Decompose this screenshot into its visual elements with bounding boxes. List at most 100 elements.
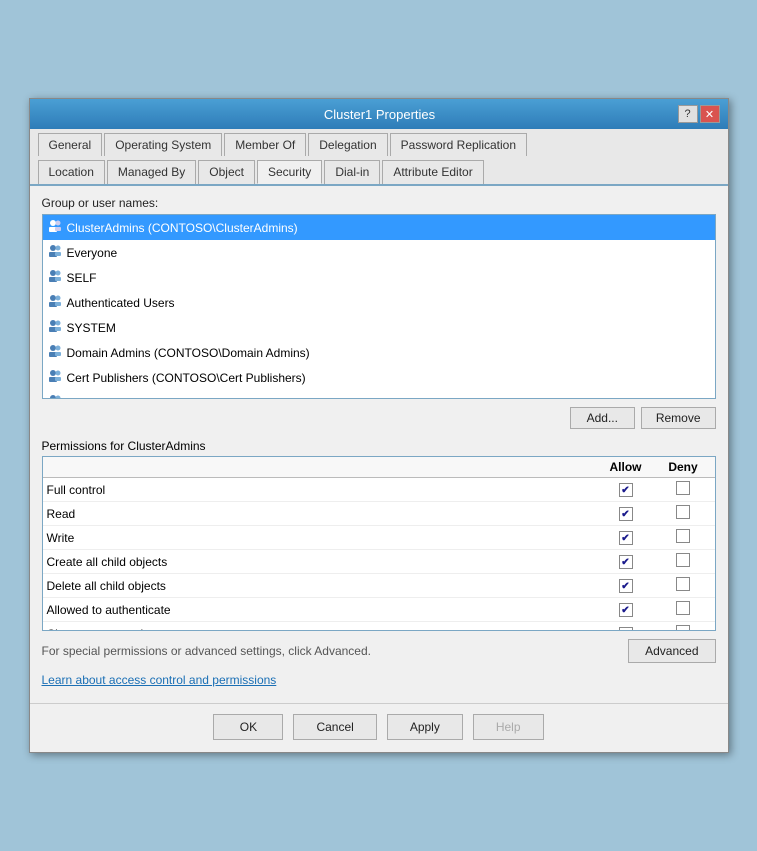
- group-icon: [47, 343, 63, 362]
- perm-deny-checkbox[interactable]: [656, 577, 711, 594]
- deny-checkbox-inner[interactable]: [676, 529, 690, 543]
- deny-checkbox-inner[interactable]: [676, 553, 690, 567]
- perm-allow-checkbox[interactable]: ✔: [596, 482, 656, 498]
- deny-checkbox-inner[interactable]: [676, 625, 690, 631]
- main-window: Cluster1 Properties ? ✕ General Operatin…: [29, 98, 729, 753]
- group-item[interactable]: Authenticated Users: [43, 290, 715, 315]
- help-button[interactable]: ?: [678, 105, 698, 123]
- perm-allow-header: Allow: [596, 460, 656, 474]
- group-item[interactable]: Cert Publishers (CONTOSO\Cert Publishers…: [43, 365, 715, 390]
- perm-name-cell: Read: [47, 507, 596, 521]
- perm-deny-header: Deny: [656, 460, 711, 474]
- group-item[interactable]: SELF: [43, 265, 715, 290]
- footer: OK Cancel Apply Help: [30, 703, 728, 752]
- advanced-row: For special permissions or advanced sett…: [42, 639, 716, 663]
- deny-checkbox-inner[interactable]: [676, 577, 690, 591]
- group-item[interactable]: Enterprise Admins (CONTOSO\Enterprise Ad…: [43, 390, 715, 399]
- perm-allow-checkbox[interactable]: ✔: [596, 578, 656, 594]
- perm-allow-checkbox[interactable]: ✔: [596, 554, 656, 570]
- group-item-label: Authenticated Users: [67, 296, 175, 310]
- allow-checkbox-inner[interactable]: ✔: [619, 555, 633, 569]
- group-item-label: ClusterAdmins (CONTOSO\ClusterAdmins): [67, 221, 298, 235]
- allow-checkbox-inner[interactable]: ✔: [619, 603, 633, 617]
- group-item-label: SELF: [67, 271, 97, 285]
- group-item[interactable]: Domain Admins (CONTOSO\Domain Admins): [43, 340, 715, 365]
- help-footer-button[interactable]: Help: [473, 714, 544, 740]
- advanced-text: For special permissions or advanced sett…: [42, 644, 372, 658]
- tab-managed-by[interactable]: Managed By: [107, 160, 196, 184]
- group-item-label: Enterprise Admins (CONTOSO\Enterprise Ad…: [67, 396, 337, 400]
- add-button[interactable]: Add...: [570, 407, 635, 429]
- apply-button[interactable]: Apply: [387, 714, 463, 740]
- perm-row: Full control ✔: [43, 478, 715, 502]
- title-controls: ? ✕: [678, 105, 720, 123]
- group-icon: [47, 318, 63, 337]
- group-icon: [47, 368, 63, 387]
- group-icon: [47, 243, 63, 262]
- group-section-label: Group or user names:: [42, 196, 716, 210]
- tab-object[interactable]: Object: [198, 160, 255, 184]
- close-button[interactable]: ✕: [700, 105, 720, 123]
- perm-name-cell: Delete all child objects: [47, 579, 596, 593]
- deny-checkbox-inner[interactable]: [676, 505, 690, 519]
- permissions-label: Permissions for ClusterAdmins: [42, 439, 716, 453]
- group-item-label: Cert Publishers (CONTOSO\Cert Publishers…: [67, 371, 306, 385]
- perm-allow-checkbox[interactable]: ✔: [596, 602, 656, 618]
- perm-deny-checkbox[interactable]: [656, 553, 711, 570]
- tab-member-of[interactable]: Member Of: [224, 133, 306, 156]
- tab-security[interactable]: Security: [257, 160, 322, 184]
- permissions-list[interactable]: Allow Deny Full control ✔ Read ✔ Write ✔ Creat…: [42, 456, 716, 631]
- perm-row: Write ✔: [43, 526, 715, 550]
- allow-checkbox-inner[interactable]: ✔: [619, 531, 633, 545]
- perm-deny-checkbox[interactable]: [656, 505, 711, 522]
- advanced-button[interactable]: Advanced: [628, 639, 715, 663]
- perm-allow-checkbox[interactable]: ✔: [596, 506, 656, 522]
- tab-password-replication[interactable]: Password Replication: [390, 133, 527, 156]
- window-title: Cluster1 Properties: [82, 107, 678, 122]
- tab-row-1: General Operating System Member Of Deleg…: [30, 129, 728, 156]
- group-item[interactable]: SYSTEM: [43, 315, 715, 340]
- content-area: Group or user names: ClusterAdmins (CONT…: [30, 186, 728, 697]
- tab-general[interactable]: General: [38, 133, 103, 156]
- deny-checkbox-inner[interactable]: [676, 601, 690, 615]
- add-remove-row: Add... Remove: [42, 407, 716, 429]
- remove-button[interactable]: Remove: [641, 407, 716, 429]
- tab-location[interactable]: Location: [38, 160, 105, 184]
- perm-deny-checkbox[interactable]: [656, 625, 711, 631]
- cancel-button[interactable]: Cancel: [293, 714, 376, 740]
- group-item-label: SYSTEM: [67, 321, 116, 335]
- perm-allow-checkbox[interactable]: ✔: [596, 530, 656, 546]
- perm-name-cell: Full control: [47, 483, 596, 497]
- group-item-label: Domain Admins (CONTOSO\Domain Admins): [67, 346, 310, 360]
- group-item[interactable]: ClusterAdmins (CONTOSO\ClusterAdmins): [43, 215, 715, 240]
- ok-button[interactable]: OK: [213, 714, 283, 740]
- perm-name-cell: Write: [47, 531, 596, 545]
- group-list[interactable]: ClusterAdmins (CONTOSO\ClusterAdmins) Ev…: [42, 214, 716, 399]
- perm-row: Read ✔: [43, 502, 715, 526]
- tab-attribute-editor[interactable]: Attribute Editor: [382, 160, 483, 184]
- group-icon: [47, 393, 63, 399]
- learn-link[interactable]: Learn about access control and permissio…: [42, 673, 716, 687]
- perm-header-row: Allow Deny: [43, 457, 715, 478]
- allow-checkbox-inner[interactable]: ✔: [619, 507, 633, 521]
- perm-deny-checkbox[interactable]: [656, 601, 711, 618]
- tab-dial-in[interactable]: Dial-in: [324, 160, 380, 184]
- group-item-label: Everyone: [67, 246, 118, 260]
- allow-checkbox-inner[interactable]: ✔: [619, 483, 633, 497]
- allow-checkbox-inner[interactable]: ✔: [619, 579, 633, 593]
- group-item[interactable]: Everyone: [43, 240, 715, 265]
- group-icon: [47, 218, 63, 237]
- title-bar: Cluster1 Properties ? ✕: [30, 99, 728, 129]
- tab-row-2: Location Managed By Object Security Dial…: [30, 156, 728, 186]
- tab-operating-system[interactable]: Operating System: [104, 133, 222, 156]
- perm-allow-checkbox[interactable]: ✔: [596, 626, 656, 631]
- tab-delegation[interactable]: Delegation: [308, 133, 387, 156]
- perm-name-cell: Change password: [47, 627, 596, 632]
- perm-name-cell: Create all child objects: [47, 555, 596, 569]
- perm-deny-checkbox[interactable]: [656, 529, 711, 546]
- deny-checkbox-inner[interactable]: [676, 481, 690, 495]
- allow-checkbox-inner[interactable]: ✔: [619, 627, 633, 631]
- perm-deny-checkbox[interactable]: [656, 481, 711, 498]
- group-icon: [47, 293, 63, 312]
- perm-row: Change password ✔: [43, 622, 715, 631]
